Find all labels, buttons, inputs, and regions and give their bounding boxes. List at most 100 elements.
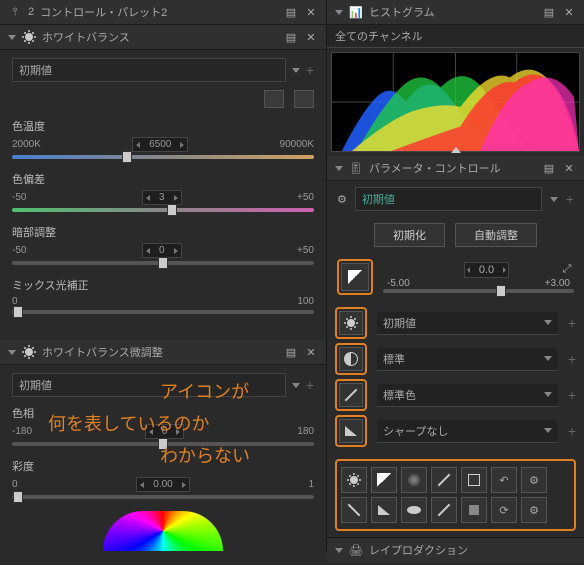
eyedropper-gray-icon[interactable] <box>264 90 284 108</box>
contrast-select[interactable]: 標準 <box>377 348 558 371</box>
slider-handle[interactable] <box>158 257 168 269</box>
collapse-icon[interactable]: ▤ <box>542 5 556 19</box>
expand-icon[interactable]: ⤢ <box>560 263 574 277</box>
exposure-max: +3.00 <box>545 278 570 289</box>
wb-preset-select[interactable]: 初期値 <box>12 58 286 82</box>
cube-tool-icon[interactable] <box>461 497 487 523</box>
reproduction-icon: 🖨 <box>349 543 363 557</box>
slider-handle[interactable] <box>122 151 132 163</box>
slider-handle[interactable] <box>496 285 506 297</box>
temp-value[interactable]: 6500 <box>132 137 188 152</box>
temp-track[interactable] <box>12 155 314 159</box>
add-icon[interactable]: + <box>568 423 576 439</box>
brush-tool-icon[interactable] <box>431 497 457 523</box>
exposure-min: -5.00 <box>387 278 410 289</box>
sharpen-tool-icon[interactable] <box>371 497 397 523</box>
chevron-down-icon <box>544 356 552 361</box>
chevron-down-icon[interactable] <box>292 68 300 73</box>
sharpen-select[interactable]: シャープなし <box>377 420 558 443</box>
brightness-tool-icon[interactable] <box>341 467 367 493</box>
wbfine-body: 初期値 + 色相 -180 0 180 彩度 0 0.00 1 <box>0 365 326 565</box>
settings-tool-icon[interactable]: ⚙ <box>521 467 547 493</box>
eyedropper-skin-icon[interactable] <box>294 90 314 108</box>
sat-value[interactable]: 0.00 <box>136 477 189 492</box>
sat-max: 1 <box>308 479 314 490</box>
gear-icon[interactable]: ⚙ <box>337 193 347 206</box>
color-wheel[interactable] <box>103 511 223 551</box>
chevron-down-icon[interactable] <box>550 197 558 202</box>
panel-close-icon[interactable]: ✕ <box>304 30 318 44</box>
shadow-value[interactable]: 0 <box>142 243 182 258</box>
chevron-down-icon <box>544 320 552 325</box>
transform-tool-icon[interactable]: ⟳ <box>491 497 517 523</box>
more-settings-tool-icon[interactable]: ⚙ <box>521 497 547 523</box>
hue-value[interactable]: 0 <box>145 424 185 439</box>
panel-close-icon[interactable]: ✕ <box>304 345 318 359</box>
panel-close-icon[interactable]: ✕ <box>562 161 576 175</box>
add-icon[interactable]: + <box>568 315 576 331</box>
close-icon[interactable]: ✕ <box>304 5 318 19</box>
slider-handle[interactable] <box>13 491 23 503</box>
control-palette-title: コントロール・パレット2 <box>40 4 167 20</box>
add-preset-icon[interactable]: + <box>566 191 574 207</box>
param-title: パラメータ・コントロール <box>369 160 501 176</box>
collapse-icon[interactable]: ▤ <box>284 30 298 44</box>
histogram-marker[interactable] <box>451 147 461 153</box>
slider-handle[interactable] <box>167 204 177 216</box>
add-icon[interactable]: + <box>568 351 576 367</box>
wbfine-preset-select[interactable]: 初期値 <box>12 373 286 397</box>
tint-track[interactable] <box>12 208 314 212</box>
slider-handle[interactable] <box>13 306 23 318</box>
hue-track[interactable] <box>12 442 314 446</box>
tint-max: +50 <box>297 192 314 203</box>
histogram-header[interactable]: 📊 ヒストグラム ▤ ✕ <box>327 0 584 25</box>
add-preset-icon[interactable]: + <box>306 62 314 78</box>
collapse-icon[interactable]: ▤ <box>284 345 298 359</box>
exposure-icon[interactable] <box>341 263 369 291</box>
hue-label: 色相 <box>12 405 314 421</box>
palette-number: 2 <box>28 6 34 18</box>
brightness-select[interactable]: 初期値 <box>377 312 558 335</box>
undo-tool-icon[interactable]: ↶ <box>491 467 517 493</box>
crop-tool-icon[interactable] <box>461 467 487 493</box>
vignette-tool-icon[interactable] <box>401 467 427 493</box>
contrast-icon[interactable] <box>339 347 363 371</box>
shadow-label: 暗部調整 <box>12 224 314 240</box>
exposure-track[interactable] <box>383 289 574 293</box>
param-preset-select[interactable]: 初期値 <box>355 187 542 211</box>
sharpen-icon[interactable] <box>339 419 363 443</box>
collapse-icon[interactable]: ▤ <box>542 161 556 175</box>
brightness-icon[interactable] <box>339 311 363 335</box>
color-select[interactable]: 標準色 <box>377 384 558 407</box>
wb-title: ホワイトバランス <box>42 29 130 45</box>
channel-select[interactable]: 全てのチャンネル <box>327 25 584 48</box>
shadow-track[interactable] <box>12 261 314 265</box>
auto-adjust-button[interactable]: 自動調整 <box>455 223 537 247</box>
eyedropper-tool-icon[interactable] <box>341 497 367 523</box>
sat-track[interactable] <box>12 495 314 499</box>
exposure-value[interactable]: 0.0 <box>464 262 509 278</box>
param-control-header[interactable]: 🎚 パラメータ・コントロール ▤ ✕ <box>327 156 584 181</box>
color-brush-tool-icon[interactable] <box>431 467 457 493</box>
color-tool-icon[interactable] <box>339 383 363 407</box>
chevron-down-icon <box>8 35 16 40</box>
chevron-down-icon[interactable] <box>292 383 300 388</box>
tint-value[interactable]: 3 <box>142 190 182 205</box>
reproduction-header[interactable]: 🖨 レイプロダクション <box>327 537 584 562</box>
distortion-tool-icon[interactable] <box>401 497 427 523</box>
mixlight-track[interactable] <box>12 310 314 314</box>
slider-handle[interactable] <box>158 438 168 450</box>
tools-icon: ⫯ <box>8 5 22 19</box>
sat-min: 0 <box>12 479 18 490</box>
histogram-title: ヒストグラム <box>369 4 435 20</box>
add-icon[interactable]: + <box>568 387 576 403</box>
wbfine-title: ホワイトバランス微調整 <box>42 344 163 360</box>
panel-close-icon[interactable]: ✕ <box>562 5 576 19</box>
add-preset-icon[interactable]: + <box>306 377 314 393</box>
white-balance-header[interactable]: ホワイトバランス ▤ ✕ <box>0 25 326 50</box>
wb-fine-header[interactable]: ホワイトバランス微調整 ▤ ✕ <box>0 340 326 365</box>
levels-tool-icon[interactable] <box>371 467 397 493</box>
columns-icon[interactable]: ▤ <box>284 5 298 19</box>
tint-slider: 色偏差 -50 3 +50 <box>12 171 314 212</box>
reset-button[interactable]: 初期化 <box>374 223 445 247</box>
